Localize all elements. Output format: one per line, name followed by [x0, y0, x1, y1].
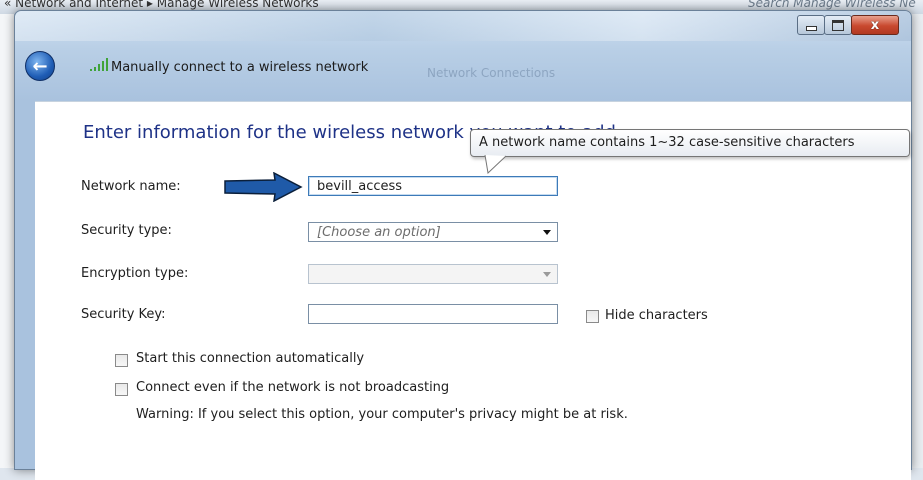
network-name-label: Network name:	[81, 179, 181, 194]
tooltip-text: A network name contains 1~32 case-sensit…	[479, 135, 855, 150]
window-controls: x	[797, 15, 899, 35]
dropdown-arrow-icon	[543, 272, 551, 277]
dropdown-arrow-icon	[543, 230, 551, 235]
tooltip-tail	[484, 155, 507, 175]
hide-characters-label: Hide characters	[605, 308, 708, 323]
back-button[interactable]: ←	[25, 51, 55, 81]
security-type-label: Security type:	[81, 223, 172, 238]
start-automatically-label: Start this connection automatically	[136, 351, 365, 366]
start-automatically-checkbox[interactable]	[115, 354, 128, 367]
network-name-value: bevill_access	[317, 179, 403, 194]
security-key-input[interactable]	[308, 304, 558, 324]
minimize-icon	[805, 25, 817, 31]
pointer-arrow-graphic	[224, 172, 303, 202]
maximize-icon	[832, 19, 844, 31]
wireless-signal-icon	[90, 58, 108, 71]
network-name-input[interactable]: bevill_access	[308, 176, 558, 196]
ghost-background-text: Network Connections	[427, 66, 556, 80]
background-search-input[interactable]: Search Manage Wireless Ne	[748, 0, 916, 10]
hide-characters-checkbox[interactable]	[586, 310, 599, 323]
connect-even-label: Connect even if the network is not broad…	[136, 380, 450, 395]
encryption-type-select	[308, 264, 558, 284]
security-type-select[interactable]: [Choose an option]	[308, 222, 558, 242]
close-icon: x	[870, 17, 880, 33]
dialog-title: Manually connect to a wireless network	[111, 60, 369, 75]
minimize-button[interactable]	[797, 15, 825, 35]
encryption-type-label: Encryption type:	[81, 266, 189, 281]
background-breadcrumb: « Network and Internet ▸ Manage Wireless…	[4, 0, 319, 10]
wireless-dialog: x ← Manually connect to a wireless netwo…	[14, 10, 912, 480]
title-bar	[15, 11, 911, 41]
security-type-value: [Choose an option]	[317, 225, 441, 240]
close-button[interactable]: x	[851, 15, 899, 35]
dialog-content: Enter information for the wireless netwo…	[35, 101, 911, 480]
background-nav-pane	[0, 14, 15, 468]
connect-even-checkbox[interactable]	[115, 383, 128, 396]
network-name-tooltip: A network name contains 1~32 case-sensit…	[470, 129, 910, 157]
back-arrow-icon: ←	[32, 55, 48, 77]
security-key-label: Security Key:	[81, 307, 166, 322]
maximize-button[interactable]	[824, 15, 852, 35]
privacy-warning: Warning: If you select this option, your…	[136, 407, 628, 422]
background-scrollbar[interactable]	[911, 14, 923, 468]
